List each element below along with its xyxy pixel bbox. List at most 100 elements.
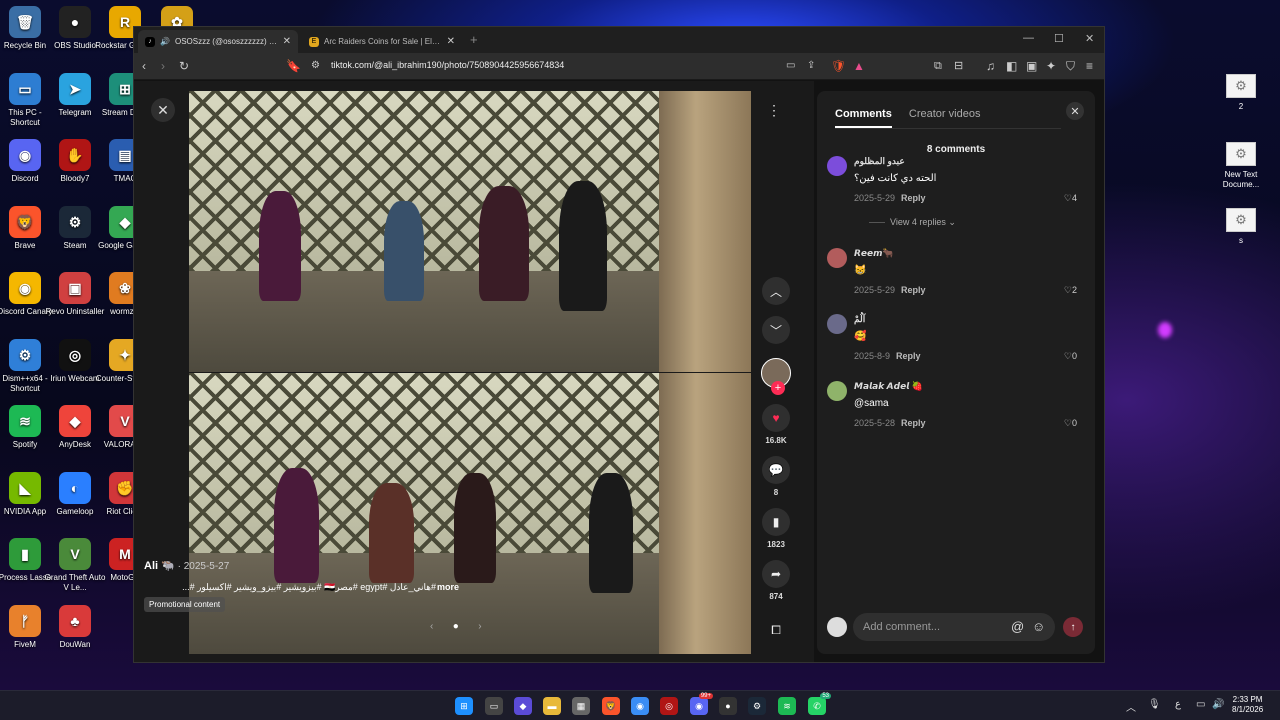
maximize-icon[interactable]: ☐ [1054, 32, 1064, 45]
comment-button[interactable]: 💬 8 [756, 456, 796, 497]
share-icon[interactable]: ⇪ [807, 57, 815, 75]
chevron-up-icon[interactable]: ︿ [1126, 699, 1136, 714]
obs-icon[interactable]: ● [719, 697, 737, 715]
commenter-avatar[interactable] [827, 248, 847, 268]
commenter-name[interactable]: 𝙈𝙖𝙡𝙖𝙠 𝘼𝙙𝙚𝙡 🍓 [854, 381, 923, 392]
commenter-name[interactable]: آلُمْ [854, 314, 865, 325]
browser-app-icon[interactable]: ◉ [631, 697, 649, 715]
comment-icon[interactable]: 💬 [762, 456, 790, 484]
forward-icon[interactable]: › [161, 57, 165, 75]
wallet-icon[interactable]: ▣ [1026, 57, 1037, 75]
volume-icon[interactable]: 🔊 [1212, 699, 1224, 710]
reply-button[interactable]: Reply [901, 285, 926, 295]
author-avatar[interactable]: + [756, 358, 796, 395]
commenter-avatar[interactable] [827, 381, 847, 401]
tab-search-icon[interactable]: ⊟ [954, 57, 963, 75]
embed-icon[interactable]: ⧠ [762, 616, 790, 644]
comment-like[interactable]: ♡2 [1064, 285, 1077, 296]
close-tab-icon[interactable]: ✕ [447, 36, 455, 47]
follow-plus-icon[interactable]: + [771, 381, 785, 395]
file-explorer-icon[interactable]: ▬ [543, 697, 561, 715]
heart-outline-icon[interactable]: ♡ [1064, 418, 1072, 428]
tab-creator-videos[interactable]: Creator videos [909, 108, 981, 120]
media-icon[interactable]: ♫ [986, 57, 995, 75]
tab-comments[interactable]: Comments [835, 108, 892, 128]
mention-icon[interactable]: @ [1011, 619, 1024, 634]
share-arrow-icon[interactable]: ➦ [762, 560, 790, 588]
more-link[interactable]: more [437, 582, 459, 592]
store-icon[interactable]: ▦ [572, 697, 590, 715]
extensions-icon[interactable]: ⧉ [934, 57, 942, 75]
cast-icon[interactable]: ▭ [786, 57, 795, 75]
emoji-icon[interactable]: ☺ [1032, 619, 1045, 634]
close-viewer-button[interactable]: ✕ [151, 98, 175, 122]
new-tab-icon[interactable]: + [470, 32, 478, 47]
spotify-icon[interactable]: ≋ [778, 697, 796, 715]
app-icon[interactable]: ◆ [514, 697, 532, 715]
avatar[interactable]: + [761, 358, 791, 395]
save-button[interactable]: ▮ 1823 [756, 508, 796, 549]
post-hashtags[interactable]: #هاني_عادل #egypt #مصر🇪🇬 #بيزويشير #بيزو… [144, 582, 436, 593]
site-info-icon[interactable]: ⚙ [311, 57, 320, 75]
heart-outline-icon[interactable]: ♡ [1064, 193, 1072, 203]
network-icon[interactable]: ▭ [1196, 699, 1205, 710]
next-post-button[interactable]: ﹀ [756, 316, 796, 344]
steam-icon[interactable]: ⚙ [748, 697, 766, 715]
commenter-avatar[interactable] [827, 314, 847, 334]
close-panel-icon[interactable]: ✕ [1066, 102, 1084, 120]
commenter-avatar[interactable] [827, 156, 847, 176]
brave-icon[interactable]: 🦁 [602, 697, 620, 715]
share-button[interactable]: ➦ 874 [756, 560, 796, 601]
whatsapp-icon[interactable]: ✆ 53 [808, 693, 831, 715]
commenter-name[interactable]: 𝙍𝙚𝙚𝙢🐂 [854, 248, 894, 259]
close-tab-icon[interactable]: ✕ [283, 36, 291, 47]
minimize-icon[interactable]: — [1023, 32, 1034, 44]
speaker-icon[interactable]: 🔊 [160, 37, 170, 46]
desktop-icon[interactable]: ♣ DouWan [43, 604, 107, 650]
reply-button[interactable]: Reply [901, 193, 926, 203]
comment-like[interactable]: ♡0 [1064, 351, 1077, 362]
brave-rewards-icon[interactable]: ▲ [853, 57, 865, 75]
close-window-icon[interactable]: ✕ [1085, 32, 1094, 45]
reply-button[interactable]: Reply [896, 351, 921, 361]
address-bar[interactable]: tiktok.com/@ali_ibrahim190/photo/7508904… [331, 60, 564, 70]
view-replies-button[interactable]: View 4 replies ⌄ [869, 217, 956, 228]
heart-outline-icon[interactable]: ♡ [1064, 351, 1072, 361]
send-icon[interactable]: ↑ [1063, 617, 1083, 637]
heart-outline-icon[interactable]: ♡ [1064, 285, 1072, 295]
bookmark-icon[interactable]: ▮ [762, 508, 790, 536]
start-icon[interactable]: ⊞ [455, 697, 473, 715]
chevron-down-icon[interactable]: ﹀ [762, 316, 790, 344]
embed-button[interactable]: ⧠ [756, 616, 796, 644]
microphone-icon[interactable]: 🎙 [1148, 699, 1161, 710]
tab-tiktok[interactable]: ♪ 🔊 OSOSzzz (@ososzzzzzz) | TikTok ✕ [138, 30, 298, 53]
post-author[interactable]: Ali 🐃 · 2025-5-27 [144, 559, 229, 572]
more-options-icon[interactable]: ⋮ [762, 98, 786, 122]
clock[interactable]: 2:33 PM 8/1/2026 [1232, 695, 1263, 715]
desktop-file[interactable]: ⚙ 2 [1209, 74, 1273, 112]
commenter-name[interactable]: عبدو المظلوم [854, 156, 905, 167]
desktop-file[interactable]: ⚙ s [1209, 208, 1273, 246]
brave-shields-icon[interactable]: 🛡 [831, 57, 846, 75]
comment-input[interactable] [853, 613, 1055, 641]
language-indicator[interactable]: ع [1175, 699, 1181, 710]
chevron-up-icon[interactable]: ︿ [762, 277, 790, 305]
bookmark-icon[interactable]: 🔖 [286, 57, 301, 75]
tab-eldorado[interactable]: E Arc Raiders Coins for Sale | Eldorado … [302, 30, 462, 53]
desktop-file[interactable]: ⚙ New Text Docume... [1209, 142, 1273, 190]
author-name[interactable]: Ali 🐃 [144, 560, 175, 572]
comment-like[interactable]: ♡4 [1064, 193, 1077, 204]
vpn-icon[interactable]: ⛉ [1066, 57, 1075, 75]
reply-button[interactable]: Reply [901, 418, 926, 428]
leo-ai-icon[interactable]: ✦ [1046, 57, 1056, 75]
sidebar-icon[interactable]: ◧ [1006, 57, 1017, 75]
reload-icon[interactable]: ↻ [179, 57, 189, 75]
menu-icon[interactable]: ≡ [1086, 57, 1093, 75]
prev-post-button[interactable]: ︿ [756, 277, 796, 305]
bloody-icon[interactable]: ◎ [660, 697, 678, 715]
heart-icon[interactable]: ♥ [762, 404, 790, 432]
comment-like[interactable]: ♡0 [1064, 418, 1077, 429]
discord-icon[interactable]: ◉ 99+ [690, 693, 713, 715]
task-view-icon[interactable]: ▭ [485, 697, 503, 715]
back-icon[interactable]: ‹ [142, 57, 146, 75]
